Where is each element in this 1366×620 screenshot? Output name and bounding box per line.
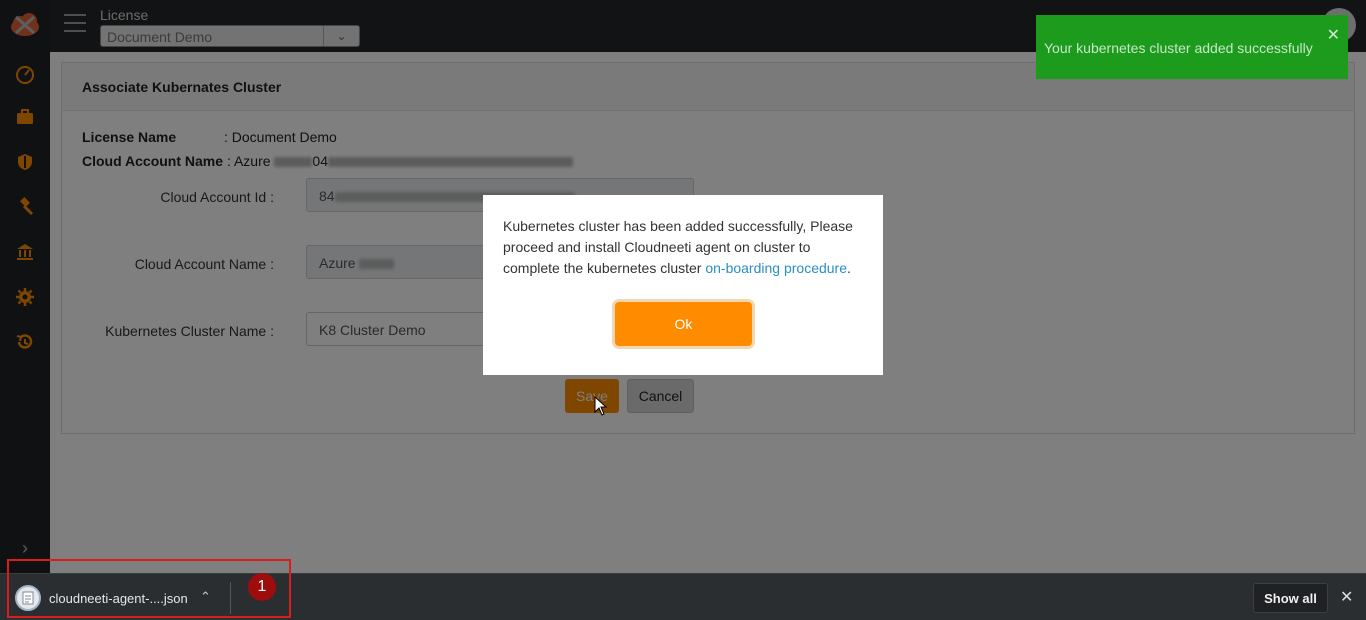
modal-message: Kubernetes cluster has been added succes…: [503, 216, 863, 279]
ok-button[interactable]: Ok: [615, 302, 752, 346]
success-modal: Kubernetes cluster has been added succes…: [483, 195, 883, 375]
mouse-cursor-icon: [594, 395, 608, 416]
toast-message: Your kubernetes cluster added successful…: [1044, 40, 1313, 56]
toast-close-icon[interactable]: ✕: [1327, 25, 1340, 45]
close-download-bar-icon[interactable]: ✕: [1340, 587, 1353, 607]
show-all-button[interactable]: Show all: [1253, 583, 1328, 613]
onboarding-procedure-link[interactable]: on-boarding procedure: [705, 260, 847, 276]
success-toast: Your kubernetes cluster added successful…: [1036, 15, 1348, 79]
step-number-badge: 1: [248, 573, 276, 601]
modal-text-end: .: [847, 260, 851, 276]
